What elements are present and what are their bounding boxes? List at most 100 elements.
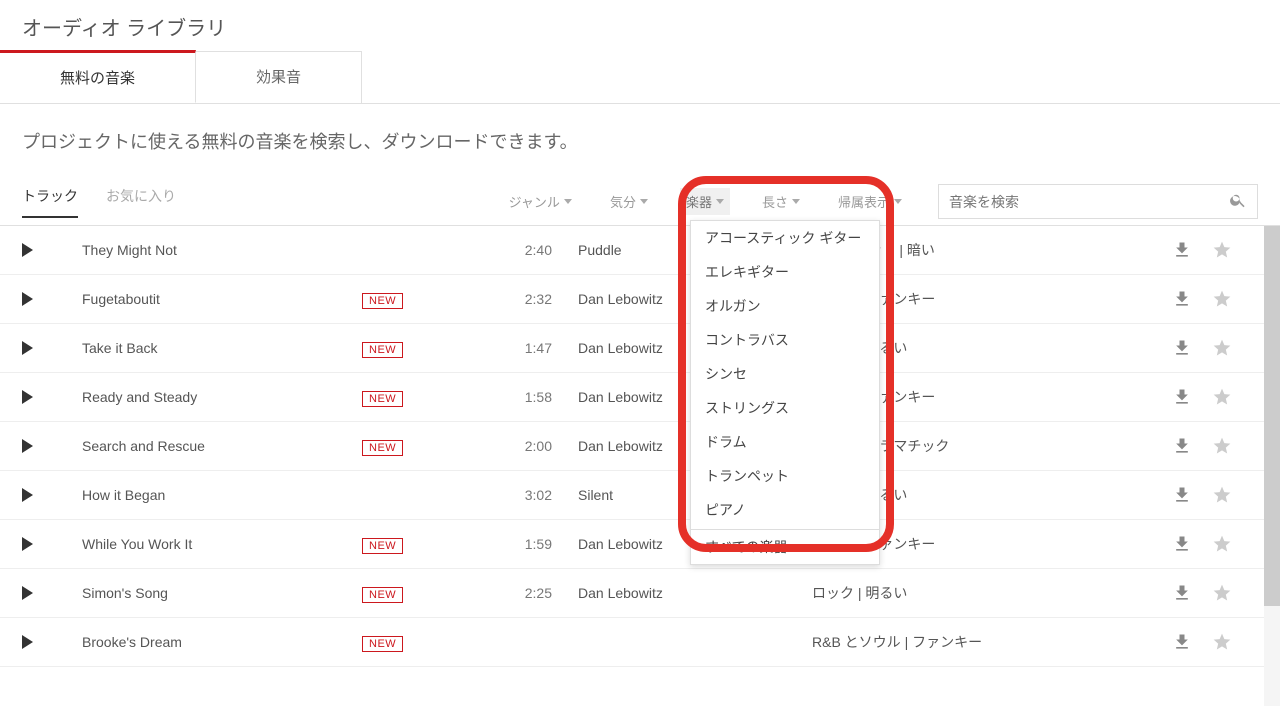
track-duration: 3:02	[492, 487, 552, 503]
download-button[interactable]	[1162, 534, 1202, 554]
track-duration: 2:40	[492, 242, 552, 258]
sub-tab-tracks[interactable]: トラック	[22, 186, 78, 218]
chevron-down-icon	[894, 199, 902, 204]
new-badge: NEW	[362, 636, 403, 652]
download-button[interactable]	[1162, 632, 1202, 652]
list-area: They Might Not2:40Puddleアンビエント | 暗いFuget…	[0, 226, 1280, 706]
filter-length[interactable]: 長さ	[756, 188, 806, 215]
track-title: Take it Back	[82, 340, 362, 356]
dropdown-item[interactable]: アコースティック ギター	[691, 221, 879, 255]
download-button[interactable]	[1162, 289, 1202, 309]
play-button[interactable]	[22, 586, 33, 600]
new-badge: NEW	[362, 440, 403, 456]
favorite-button[interactable]	[1202, 485, 1242, 505]
dropdown-item[interactable]: コントラバス	[691, 323, 879, 357]
track-list: They Might Not2:40Puddleアンビエント | 暗いFuget…	[0, 226, 1264, 706]
track-title: Fugetaboutit	[82, 291, 362, 307]
dropdown-item[interactable]: ドラム	[691, 425, 879, 459]
play-button[interactable]	[22, 635, 33, 649]
play-button[interactable]	[22, 439, 33, 453]
play-button[interactable]	[22, 292, 33, 306]
scrollbar[interactable]	[1264, 226, 1280, 706]
dropdown-item[interactable]: ピアノ	[691, 493, 879, 527]
table-row: Simon's SongNEW 2:25Dan Lebowitzロック | 明るい	[0, 569, 1264, 618]
favorite-button[interactable]	[1202, 289, 1242, 309]
dropdown-item[interactable]: トランペット	[691, 459, 879, 493]
play-button[interactable]	[22, 243, 33, 257]
filter-mood[interactable]: 気分	[604, 188, 654, 215]
filter-mood-label: 気分	[610, 192, 636, 211]
filter-license[interactable]: 帰属表示	[832, 188, 908, 215]
filter-instrument[interactable]: 楽器	[680, 188, 730, 215]
table-row: How it Began3:02Silentポップ | 明るい	[0, 471, 1264, 520]
search-box[interactable]	[938, 184, 1258, 219]
dropdown-item[interactable]: エレキギター	[691, 255, 879, 289]
play-button[interactable]	[22, 390, 33, 404]
search-input[interactable]	[949, 194, 1229, 210]
filter-instrument-label: 楽器	[686, 192, 712, 211]
track-duration: 1:47	[492, 340, 552, 356]
favorite-button[interactable]	[1202, 387, 1242, 407]
favorite-button[interactable]	[1202, 632, 1242, 652]
table-row: While You Work ItNEW1:59Dan Lebowitzロック …	[0, 520, 1264, 569]
new-badge: NEW	[362, 538, 403, 554]
favorite-button[interactable]	[1202, 534, 1242, 554]
track-duration: 1:59	[492, 536, 552, 552]
filter-genre-label: ジャンル	[509, 192, 560, 211]
track-title: Brooke's Dream	[82, 634, 362, 650]
track-title: Ready and Steady	[82, 389, 362, 405]
table-row: Take it BackNEW1:47Dan Lebowitzロック | 明るい	[0, 324, 1264, 373]
track-duration: 2:00	[492, 438, 552, 454]
table-row: Search and RescueNEW2:00Dan Lebowitzロック …	[0, 422, 1264, 471]
dropdown-item[interactable]: シンセ	[691, 357, 879, 391]
track-duration: 2:25	[492, 585, 552, 601]
dropdown-item[interactable]: ストリングス	[691, 391, 879, 425]
tab-free-music[interactable]: 無料の音楽	[0, 50, 196, 103]
track-title: How it Began	[82, 487, 362, 503]
dropdown-item-all[interactable]: すべての楽器	[691, 529, 879, 564]
download-button[interactable]	[1162, 485, 1202, 505]
dropdown-item[interactable]: オルガン	[691, 289, 879, 323]
table-row: FugetaboutitNEW2:32Dan Lebowitzロック | ファン…	[0, 275, 1264, 324]
toolbar: トラック お気に入り ジャンル 気分 楽器 長さ 帰属表示	[0, 184, 1280, 226]
download-button[interactable]	[1162, 240, 1202, 260]
play-button[interactable]	[22, 537, 33, 551]
track-duration: 1:58	[492, 389, 552, 405]
download-button[interactable]	[1162, 583, 1202, 603]
chevron-down-icon	[716, 199, 724, 204]
favorite-button[interactable]	[1202, 583, 1242, 603]
sub-tabs: トラック お気に入り	[22, 186, 176, 218]
filter-length-label: 長さ	[762, 192, 788, 211]
new-badge: NEW	[362, 391, 403, 407]
download-button[interactable]	[1162, 436, 1202, 456]
play-button[interactable]	[22, 488, 33, 502]
filter-bar: ジャンル 気分 楽器 長さ 帰属表示	[503, 188, 908, 215]
track-tags: ロック | 明るい	[812, 583, 1162, 603]
search-icon	[1229, 191, 1247, 212]
intro-text: プロジェクトに使える無料の音楽を検索し、ダウンロードできます。	[0, 104, 1280, 184]
filter-license-label: 帰属表示	[838, 192, 890, 211]
track-title: They Might Not	[82, 242, 362, 258]
new-badge: NEW	[362, 293, 403, 309]
new-badge: NEW	[362, 587, 403, 603]
table-row: They Might Not2:40Puddleアンビエント | 暗い	[0, 226, 1264, 275]
chevron-down-icon	[792, 199, 800, 204]
tab-sound-effects[interactable]: 効果音	[196, 51, 362, 103]
play-button[interactable]	[22, 341, 33, 355]
download-button[interactable]	[1162, 338, 1202, 358]
favorite-button[interactable]	[1202, 240, 1242, 260]
main-tabs: 無料の音楽 効果音	[0, 51, 1280, 104]
track-title: Simon's Song	[82, 585, 362, 601]
favorite-button[interactable]	[1202, 338, 1242, 358]
table-row: Ready and SteadyNEW1:58Dan Lebowitzロック |…	[0, 373, 1264, 422]
favorite-button[interactable]	[1202, 436, 1242, 456]
filter-genre[interactable]: ジャンル	[503, 188, 578, 215]
track-duration: 2:32	[492, 291, 552, 307]
track-tags: R&B とソウル | ファンキー	[812, 632, 1162, 652]
download-button[interactable]	[1162, 387, 1202, 407]
sub-tab-favorites[interactable]: お気に入り	[106, 186, 176, 218]
scroll-thumb[interactable]	[1264, 226, 1280, 606]
track-artist: Dan Lebowitz	[552, 585, 812, 601]
chevron-down-icon	[640, 199, 648, 204]
instrument-dropdown: アコースティック ギターエレキギターオルガンコントラバスシンセストリングスドラム…	[690, 220, 880, 565]
